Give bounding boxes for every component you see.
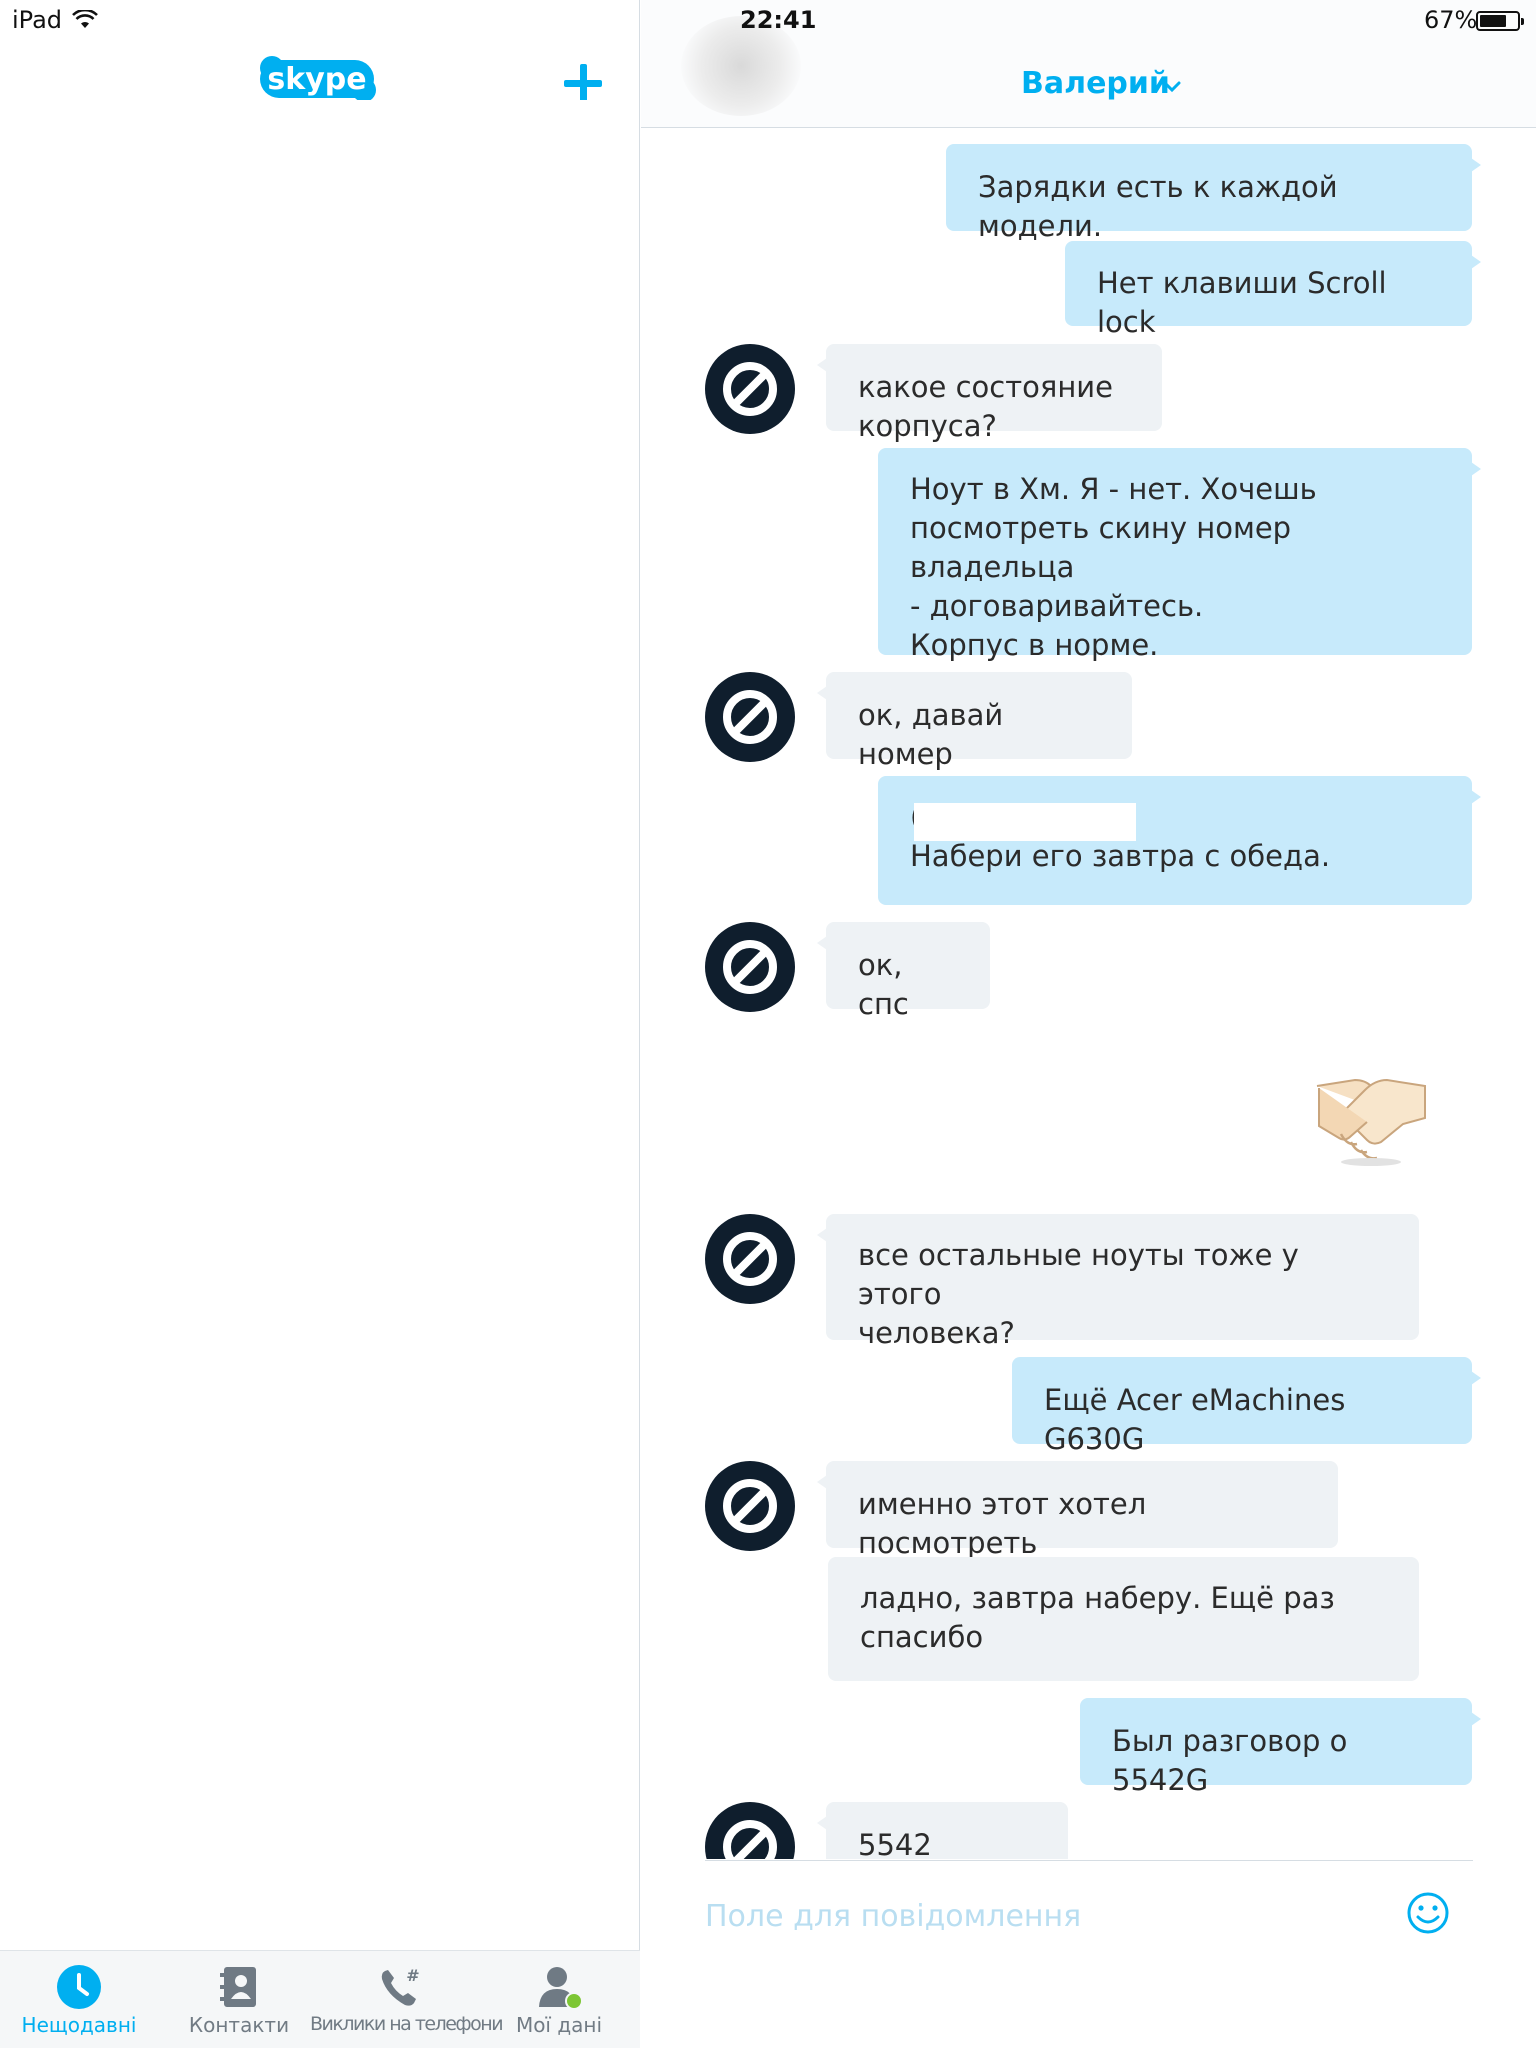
tab-contacts[interactable]: Контакти <box>160 1951 318 2048</box>
message-input[interactable] <box>705 1888 1405 1944</box>
status-bar: iPad 22:41 67% <box>0 0 1536 40</box>
svg-text:skype: skype <box>267 62 366 97</box>
message-outgoing: Нет клавиши Scroll lock <box>1065 241 1481 339</box>
clock-time: 22:41 <box>740 6 817 34</box>
message-outgoing: Ноут в Хм. Я - нет. Хочешь посмотреть ск… <box>878 448 1481 662</box>
skype-logo: skype <box>258 56 380 102</box>
contacts-book-icon <box>214 1963 264 2013</box>
message-outgoing: ( Набери его завтра с обеда. <box>878 776 1481 905</box>
tab-label: Нещодавні <box>21 2013 137 2037</box>
redacted-area <box>12 100 630 130</box>
message-outgoing: Ещё Acer eMachines G630G <box>1012 1357 1481 1456</box>
tab-label: Виклики на телефони <box>310 2013 504 2035</box>
redacted-phone-number <box>914 803 1136 841</box>
message-incoming: именно этот хотел посмотреть <box>817 1461 1338 1560</box>
tab-recent[interactable]: Нещодавні <box>0 1951 158 2048</box>
chat-title[interactable]: Валерий <box>1021 66 1170 101</box>
bottom-nav: Нещодавні Контакти # Виклики на телефони… <box>0 1950 640 2048</box>
chat-pane: Валерий Зарядки есть к каждой модели. Не… <box>641 0 1536 2048</box>
contact-avatar[interactable] <box>705 1461 795 1551</box>
phone-dialpad-icon: # <box>375 1963 425 2013</box>
tab-label: Мої дані <box>515 2013 603 2037</box>
message-incoming: ок, давай номер <box>817 672 1132 771</box>
composer <box>641 1860 1536 2048</box>
smiley-icon[interactable] <box>1405 1890 1451 1936</box>
contact-avatar[interactable] <box>705 672 795 762</box>
wifi-icon <box>72 8 98 36</box>
message-incoming: ок, спс <box>817 922 990 1021</box>
message-incoming: какое состояние корпуса? <box>817 344 1162 443</box>
message-outgoing: Был разговор о 5542G <box>1080 1698 1481 1797</box>
message-incoming: 5542 заберу <box>817 1802 1068 1859</box>
contact-avatar[interactable] <box>705 344 795 434</box>
tab-my-info[interactable]: Мої дані <box>484 1951 634 2048</box>
battery-icon <box>1476 11 1524 31</box>
profile-online-icon <box>534 1963 584 2013</box>
conversations-pane: skype Нещодавні Контакти # Виклики на те… <box>0 0 640 2048</box>
device-name: iPad <box>12 6 63 34</box>
tab-label: Контакти <box>188 2013 290 2037</box>
message-incoming: все остальные ноуты тоже у этого человек… <box>817 1214 1419 1350</box>
contact-avatar[interactable] <box>705 922 795 1012</box>
message-list: Зарядки есть к каждой модели. Нет клавиш… <box>641 129 1536 1859</box>
handshake-emoji <box>1311 1072 1431 1168</box>
chevron-down-icon[interactable] <box>1163 78 1181 93</box>
contact-avatar[interactable] <box>705 1214 795 1304</box>
contact-avatar[interactable] <box>705 1802 795 1859</box>
message-outgoing: Зарядки есть к каждой модели. <box>946 144 1481 243</box>
message-incoming: ладно, завтра наберу. Ещё раз спасибо <box>828 1557 1419 1681</box>
clock-icon <box>54 1963 104 2013</box>
divider <box>705 1860 1473 1861</box>
svg-text:#: # <box>406 1966 419 1985</box>
tab-phone-calls[interactable]: # Виклики на телефони <box>310 1951 504 2048</box>
battery-percentage: 67% <box>1424 6 1478 34</box>
